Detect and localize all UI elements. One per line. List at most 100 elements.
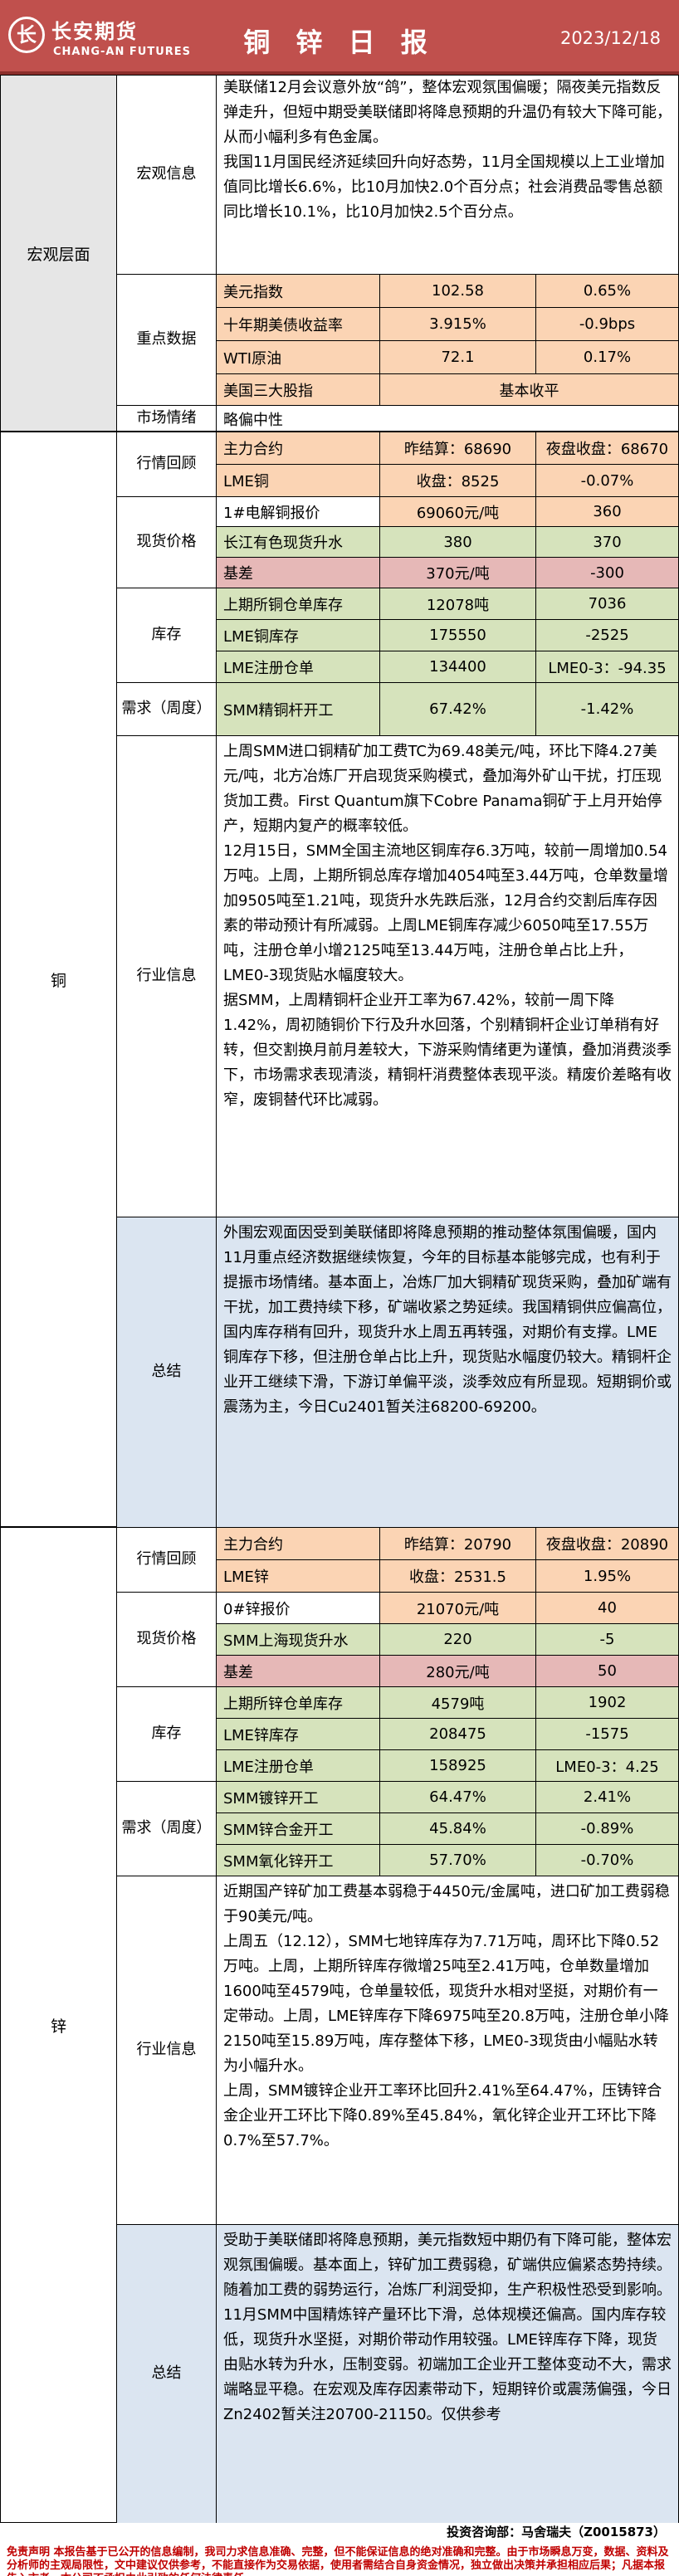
sentiment-value: 略偏中性: [223, 411, 283, 429]
zinc-inventory-change: LME0-3：4.25: [535, 1750, 678, 1782]
zinc-review-label: 行情回顾: [117, 1528, 217, 1593]
copper-inventory-change: -2525: [535, 620, 678, 651]
copper-spot-change: 370: [535, 527, 678, 558]
zinc-inventory-name: 上期所锌仓单库存: [217, 1687, 379, 1719]
zinc-industry-text: 近期国产锌矿加工费基本弱稳于4450元/金属吨，进口矿加工费弱稳于90美元/吨。…: [217, 1876, 678, 2225]
macro-section: 宏观层面 宏观信息 美联储12月会议意外放“鸽”，整体宏观氛围偏暖；隔夜美元指数…: [0, 75, 679, 432]
report-page: 长 长安期货 CHANG-AN FUTURES 铜 锌 日 报 2023/12/…: [0, 0, 679, 2576]
sentiment-label: 市场情绪: [117, 406, 217, 432]
zinc-spot-change: 40: [535, 1593, 678, 1624]
zinc-summary-text: 受助于美联储即将降息预期，美元指数短中期仍有下降可能，整体宏观氛围偏暖。基本面上…: [217, 2225, 678, 2523]
key-data-name: WTI原油: [217, 341, 379, 374]
macro-info-text: 美联储12月会议意外放“鸽”，整体宏观氛围偏暖；隔夜美元指数反弹走升，但短中期受…: [217, 76, 678, 275]
copper-review-value: 昨结算：68690: [379, 432, 535, 465]
zinc-inventory-name: LME注册仓单: [217, 1750, 379, 1782]
zinc-demand-value: 64.47%: [379, 1782, 535, 1813]
contact-info: 投资咨询部：马舍瑞夫（Z0015873）: [0, 2523, 679, 2544]
key-data-change: 0.17%: [535, 341, 678, 374]
copper-inventory-name: LME铜库存: [217, 620, 379, 651]
zinc-inventory-value: 208475: [379, 1719, 535, 1750]
zinc-demand-value: 45.84%: [379, 1813, 535, 1845]
copper-industry-text: 上周SMM进口铜精矿加工费TC为69.48美元/吨，环比下降4.27美元/吨，北…: [217, 736, 678, 1217]
key-data-label: 重点数据: [117, 275, 217, 406]
report-header: 长 长安期货 CHANG-AN FUTURES 铜 锌 日 报 2023/12/…: [0, 0, 679, 75]
zinc-industry-label: 行业信息: [117, 1876, 217, 2225]
zinc-demand-label: 需求（周度）: [117, 1782, 217, 1876]
zinc-section: 锌 行情回顾 主力合约 昨结算：20790 夜盘收盘：20890 LME锌 收盘…: [0, 1527, 679, 2523]
zinc-inventory-name: LME锌库存: [217, 1719, 379, 1750]
copper-inventory-value: 175550: [379, 620, 535, 651]
copper-summary-label: 总结: [117, 1217, 217, 1527]
copper-spot-label: 现货价格: [117, 497, 217, 588]
key-data-value: 3.915%: [379, 308, 535, 341]
copper-inventory-value: 134400: [379, 651, 535, 683]
zinc-review-change: 夜盘收盘：20890: [535, 1528, 678, 1560]
zinc-demand-change: 2.41%: [535, 1782, 678, 1813]
copper-spot-value: 370元/吨: [379, 558, 535, 588]
zinc-spot-value: 21070元/吨: [379, 1593, 535, 1624]
zinc-spot-name: SMM上海现货升水: [217, 1624, 379, 1656]
zinc-inventory-label: 库存: [117, 1687, 217, 1782]
report-date: 2023/12/18: [559, 28, 661, 48]
key-data-change: 0.65%: [535, 275, 678, 308]
copper-demand-value: 67.42%: [379, 683, 535, 736]
zinc-demand-name: SMM锌合金开工: [217, 1813, 379, 1845]
key-data-change: -0.9bps: [535, 308, 678, 341]
copper-section-label: 铜: [1, 432, 117, 1526]
key-data-name: 美国三大股指: [217, 374, 379, 406]
key-data-name: 美元指数: [217, 275, 379, 308]
zinc-spot-label: 现货价格: [117, 1593, 217, 1687]
copper-spot-change: 360: [535, 497, 678, 527]
copper-inventory-name: LME注册仓单: [217, 651, 379, 683]
macro-info-label: 宏观信息: [117, 76, 217, 275]
zinc-review-change: 1.95%: [535, 1560, 678, 1593]
copper-industry-label: 行业信息: [117, 736, 217, 1217]
key-data-value: 基本收平: [379, 374, 678, 406]
copper-inventory-change: 7036: [535, 588, 678, 620]
copper-review-name: LME铜: [217, 465, 379, 497]
zinc-inventory-change: 1902: [535, 1687, 678, 1719]
copper-spot-change: -300: [535, 558, 678, 588]
zinc-inventory-change: -1575: [535, 1719, 678, 1750]
macro-section-label: 宏观层面: [1, 76, 117, 431]
zinc-review-name: LME锌: [217, 1560, 379, 1593]
copper-summary-text: 外围宏观面因受到美联储即将降息预期的推动整体氛围偏暖，国内11月重点经济数据继续…: [217, 1217, 678, 1527]
zinc-inventory-value: 158925: [379, 1750, 535, 1782]
key-data-name: 十年期美债收益率: [217, 308, 379, 341]
copper-demand-label: 需求（周度）: [117, 683, 217, 736]
copper-inventory-value: 12078吨: [379, 588, 535, 620]
zinc-section-label: 锌: [1, 1528, 117, 2522]
zinc-demand-change: -0.70%: [535, 1845, 678, 1876]
zinc-review-value: 昨结算：20790: [379, 1528, 535, 1560]
copper-spot-name: 长江有色现货升水: [217, 527, 379, 558]
copper-review-value: 收盘：8525: [379, 465, 535, 497]
zinc-review-value: 收盘：2531.5: [379, 1560, 535, 1593]
copper-section: 铜 行情回顾 主力合约 昨结算：68690 夜盘收盘：68670 LME铜 收盘…: [0, 432, 679, 1527]
copper-review-label: 行情回顾: [117, 432, 217, 497]
zinc-spot-name: 0#锌报价: [217, 1593, 379, 1624]
copper-spot-name: 基差: [217, 558, 379, 588]
disclaimer-text: 免责声明 本报告基于已公开的信息编制，我司力求信息准确、完整，但不能保证信息的绝…: [0, 2544, 679, 2576]
key-data-value: 102.58: [379, 275, 535, 308]
zinc-spot-name: 基差: [217, 1656, 379, 1687]
copper-review-name: 主力合约: [217, 432, 379, 465]
zinc-demand-name: SMM氧化锌开工: [217, 1845, 379, 1876]
copper-inventory-label: 库存: [117, 588, 217, 683]
zinc-spot-change: -5: [535, 1624, 678, 1656]
zinc-spot-change: 50: [535, 1656, 678, 1687]
zinc-spot-value: 280元/吨: [379, 1656, 535, 1687]
copper-spot-name: 1#电解铜报价: [217, 497, 379, 527]
key-data-value: 72.1: [379, 341, 535, 374]
zinc-inventory-value: 4579吨: [379, 1687, 535, 1719]
zinc-demand-value: 57.70%: [379, 1845, 535, 1876]
zinc-demand-name: SMM镀锌开工: [217, 1782, 379, 1813]
copper-demand-name: SMM精铜杆开工: [217, 683, 379, 736]
zinc-review-name: 主力合约: [217, 1528, 379, 1560]
copper-spot-value: 69060元/吨: [379, 497, 535, 527]
zinc-spot-value: 220: [379, 1624, 535, 1656]
copper-demand-change: -1.42%: [535, 683, 678, 736]
copper-spot-value: 380: [379, 527, 535, 558]
copper-inventory-change: LME0-3：-94.35: [535, 651, 678, 683]
zinc-demand-change: -0.89%: [535, 1813, 678, 1845]
copper-review-change: 夜盘收盘：68670: [535, 432, 678, 465]
